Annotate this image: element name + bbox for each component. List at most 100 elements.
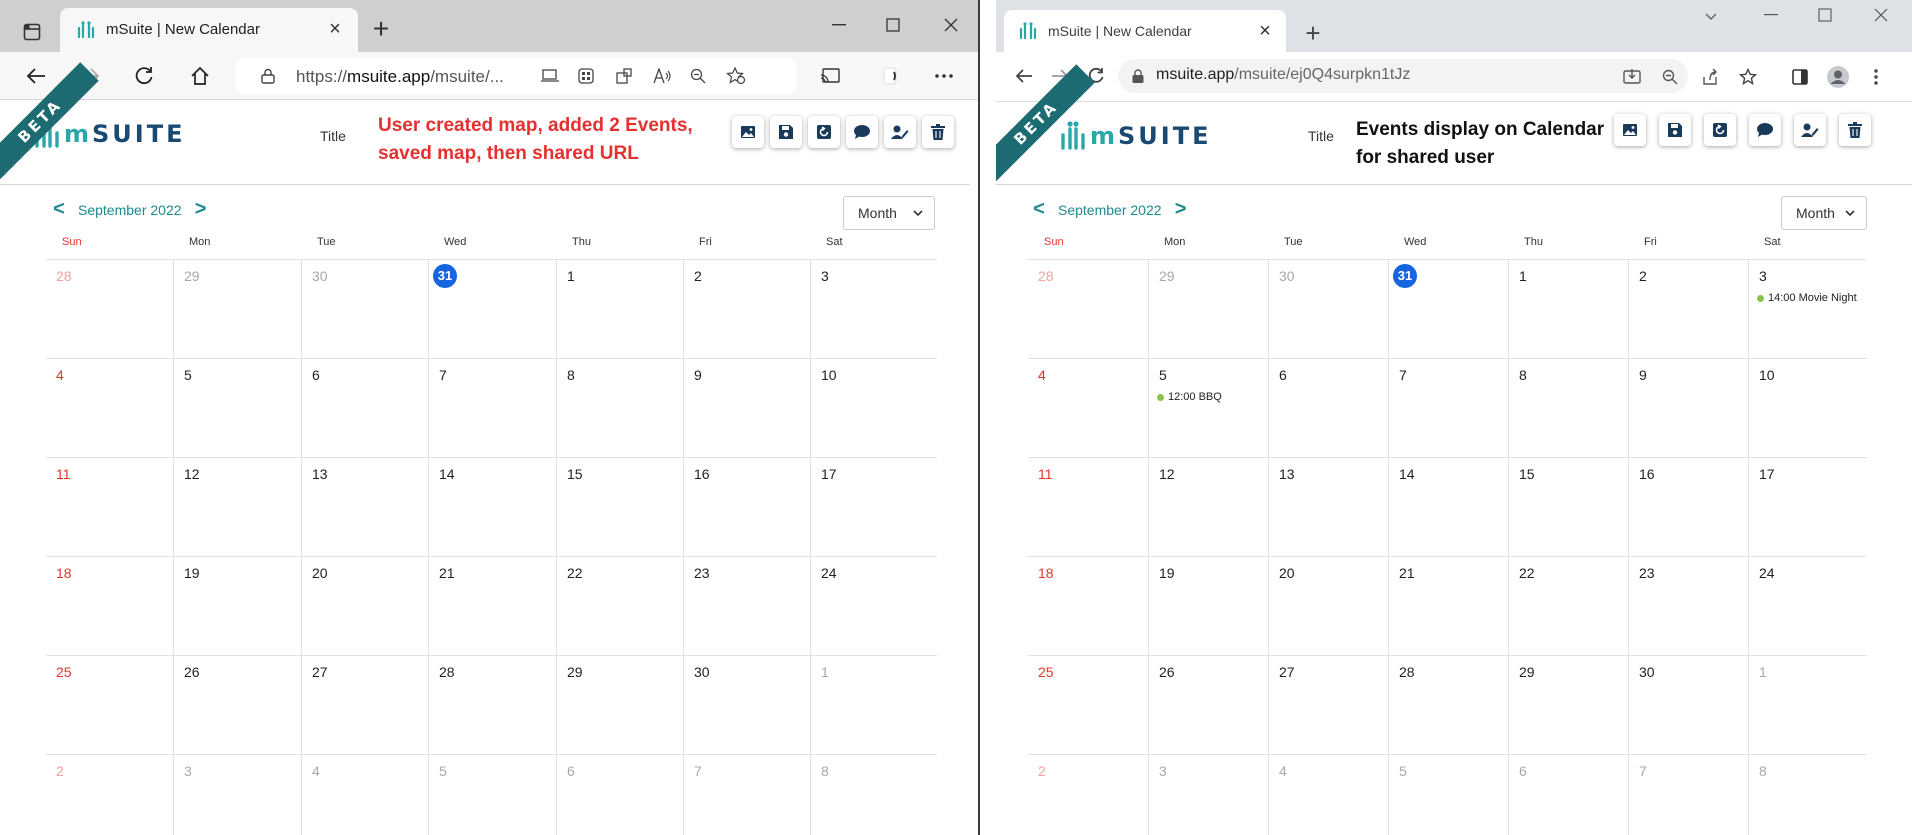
calendar-day-cell[interactable]: 5 12:00 BBQ — [1148, 359, 1268, 457]
calendar-day-cell[interactable]: 30 — [1628, 656, 1748, 754]
calendar-day-cell[interactable]: 29 — [556, 656, 683, 754]
calendar-day-cell[interactable]: 6 — [1508, 755, 1628, 835]
calendar-day-cell[interactable]: 8 — [810, 755, 937, 835]
profile-avatar-icon[interactable] — [1822, 61, 1854, 93]
calendar-day-cell[interactable]: 7 — [683, 755, 810, 835]
map-title-input[interactable]: User created map, added 2 Events, saved … — [378, 112, 693, 168]
save-icon[interactable] — [770, 116, 802, 148]
read-aloud-icon[interactable] — [650, 64, 674, 88]
calendar-day-cell[interactable]: 21 — [1388, 557, 1508, 655]
close-tab-icon[interactable]: × — [1254, 20, 1276, 42]
calendar-day-cell[interactable]: 5 — [1388, 755, 1508, 835]
calendar-day-cell[interactable]: 18 — [46, 557, 173, 655]
calendar-day-cell[interactable]: 29 — [1508, 656, 1628, 754]
browser-tab-active[interactable]: mSuite | New Calendar × — [60, 8, 358, 52]
calendar-day-cell[interactable]: 4 — [46, 359, 173, 457]
zoom-out-icon[interactable] — [686, 64, 710, 88]
maximize-icon[interactable] — [870, 10, 916, 40]
calendar-day-cell[interactable]: 26 — [173, 656, 301, 754]
url-text[interactable]: msuite.app/msuite/ej0Q4surpkn1tJz — [1156, 66, 1410, 84]
next-month-button[interactable]: > — [1172, 198, 1190, 221]
calendar-day-cell[interactable]: 14 — [428, 458, 556, 556]
calendar-day-cell[interactable]: 19 — [173, 557, 301, 655]
calendar-day-cell[interactable]: 30 — [301, 260, 428, 358]
calendar-day-cell[interactable]: 29 — [173, 260, 301, 358]
calendar-day-cell[interactable]: 6 — [556, 755, 683, 835]
close-window-icon[interactable] — [1858, 0, 1904, 30]
image-icon[interactable] — [732, 116, 764, 148]
calendar-day-cell[interactable]: 20 — [301, 557, 428, 655]
app-available-icon[interactable] — [574, 64, 598, 88]
calendar-day-cell[interactable]: 19 — [1148, 557, 1268, 655]
calendar-day-cell[interactable]: 26 — [1148, 656, 1268, 754]
prev-month-button[interactable]: < — [1030, 198, 1048, 221]
calendar-day-cell[interactable]: 3 — [173, 755, 301, 835]
calendar-day-cell[interactable]: 6 — [1268, 359, 1388, 457]
calendar-day-cell[interactable]: 30 — [683, 656, 810, 754]
home-icon[interactable] — [184, 60, 216, 92]
calendar-day-cell[interactable]: 17 — [810, 458, 937, 556]
calendar-day-cell[interactable]: 10 — [810, 359, 937, 457]
zoom-icon[interactable] — [1654, 61, 1686, 93]
install-app-icon[interactable] — [1616, 61, 1648, 93]
share-icon[interactable] — [1694, 61, 1726, 93]
calendar-day-cell[interactable]: 27 — [301, 656, 428, 754]
calendar-day-cell[interactable]: 17 — [1748, 458, 1867, 556]
next-month-button[interactable]: > — [192, 198, 210, 221]
calendar-grid[interactable]: 28 29 30 31 1 2 3 14:00 Movie Night 4 5 12:00 BBQ 6… — [1028, 259, 1867, 835]
lock-icon[interactable] — [256, 64, 280, 88]
calendar-day-cell[interactable]: 23 — [1628, 557, 1748, 655]
calendar-day-cell[interactable]: 22 — [556, 557, 683, 655]
close-tab-icon[interactable]: × — [324, 18, 346, 40]
calendar-day-cell[interactable]: 1 — [1508, 260, 1628, 358]
address-bar[interactable]: https://msuite.app/msuite/... — [236, 58, 796, 94]
chat-icon[interactable] — [1749, 114, 1781, 146]
calendar-day-cell[interactable]: 7 — [428, 359, 556, 457]
calendar-day-cell[interactable]: 25 — [1028, 656, 1148, 754]
calendar-day-cell[interactable]: 27 — [1268, 656, 1388, 754]
calendar-event[interactable]: 14:00 Movie Night — [1757, 292, 1857, 304]
calendar-day-cell[interactable]: 2 — [46, 755, 173, 835]
back-icon[interactable] — [20, 60, 52, 92]
calendar-day-cell[interactable]: 12 — [1148, 458, 1268, 556]
calendar-day-cell[interactable]: 3 14:00 Movie Night — [1748, 260, 1867, 358]
chat-icon[interactable] — [846, 116, 878, 148]
calendar-day-cell[interactable]: 11 — [46, 458, 173, 556]
calendar-day-cell[interactable]: 13 — [301, 458, 428, 556]
calendar-day-cell[interactable]: 18 — [1028, 557, 1148, 655]
lock-icon[interactable] — [1126, 64, 1150, 88]
calendar-day-cell[interactable]: 1 — [810, 656, 937, 754]
calendar-day-cell[interactable]: 31 — [1388, 260, 1508, 358]
share-user-icon[interactable] — [884, 116, 916, 148]
calendar-day-cell[interactable]: 16 — [1628, 458, 1748, 556]
bookmark-star-icon[interactable] — [1732, 61, 1764, 93]
calendar-day-cell[interactable]: 25 — [46, 656, 173, 754]
calendar-day-cell[interactable]: 5 — [428, 755, 556, 835]
calendar-day-cell[interactable]: 23 — [683, 557, 810, 655]
view-select[interactable]: Month — [843, 196, 935, 230]
calendar-day-cell[interactable]: 12 — [173, 458, 301, 556]
calendar-day-cell[interactable]: 4 — [1028, 359, 1148, 457]
history-icon[interactable] — [1704, 114, 1736, 146]
calendar-day-cell[interactable]: 29 — [1148, 260, 1268, 358]
save-icon[interactable] — [1659, 114, 1691, 146]
history-icon[interactable] — [808, 116, 840, 148]
calendar-day-cell[interactable]: 5 — [173, 359, 301, 457]
calendar-day-cell[interactable]: 3 — [810, 260, 937, 358]
calendar-day-cell[interactable]: 10 — [1748, 359, 1867, 457]
device-icon[interactable] — [538, 64, 562, 88]
calendar-day-cell[interactable]: 3 — [1148, 755, 1268, 835]
calendar-day-cell[interactable]: 28 — [46, 260, 173, 358]
url-text[interactable]: https://msuite.app/msuite/... — [296, 67, 504, 87]
calendar-day-cell[interactable]: 2 — [683, 260, 810, 358]
map-title-input[interactable]: Events display on Calendar for shared us… — [1356, 116, 1604, 172]
calendar-day-cell[interactable]: 6 — [301, 359, 428, 457]
calendar-day-cell[interactable]: 28 — [1028, 260, 1148, 358]
side-panel-icon[interactable] — [1784, 61, 1816, 93]
calendar-day-cell[interactable]: 8 — [556, 359, 683, 457]
calendar-day-cell[interactable]: 4 — [301, 755, 428, 835]
address-bar[interactable]: msuite.app/msuite/ej0Q4surpkn1tJz — [1118, 59, 1688, 93]
maximize-icon[interactable] — [1802, 0, 1848, 30]
calendar-day-cell[interactable]: 8 — [1508, 359, 1628, 457]
calendar-day-cell[interactable]: 2 — [1628, 260, 1748, 358]
